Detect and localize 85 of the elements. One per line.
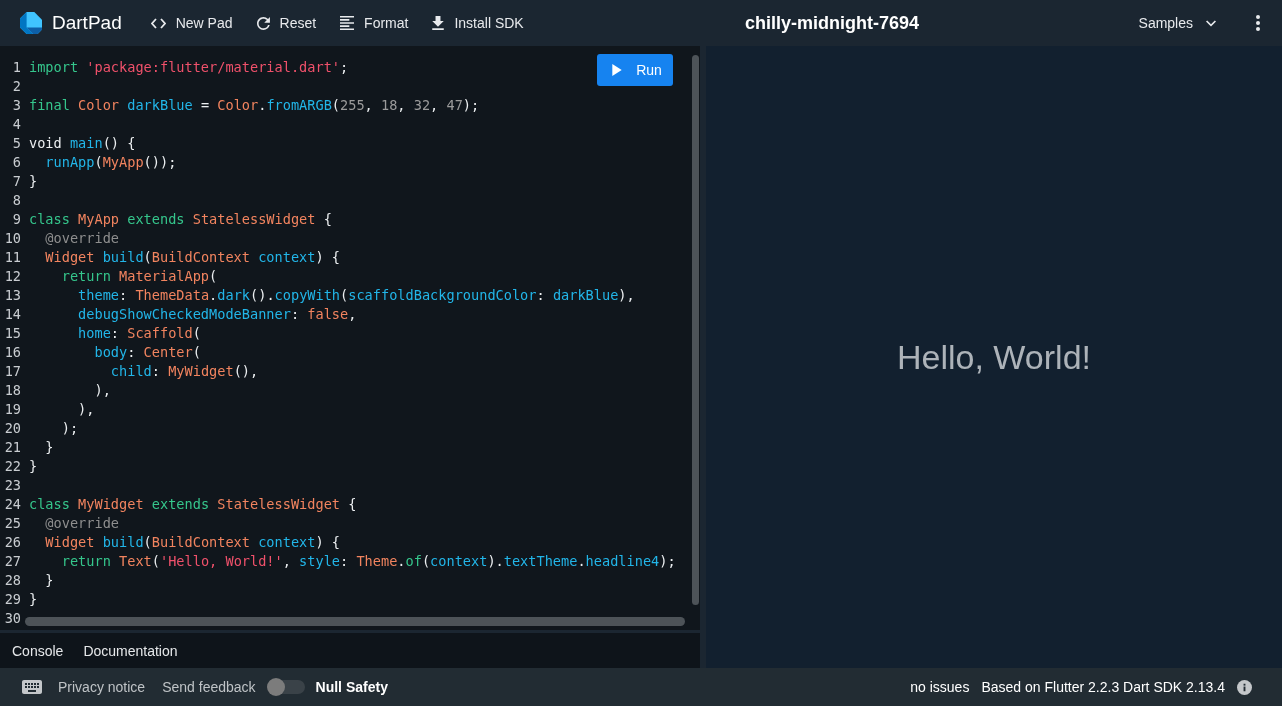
download-icon <box>432 16 445 30</box>
line-number: 29 <box>3 590 21 609</box>
format-button[interactable]: Format <box>328 5 421 41</box>
line-number: 23 <box>3 476 21 495</box>
line-number: 19 <box>3 400 21 419</box>
code-line: Widget build(BuildContext context) { <box>44 533 341 552</box>
footer-link[interactable]: Privacy notice <box>58 679 146 695</box>
issues-status: no issues <box>910 679 970 695</box>
line-number: 10 <box>3 229 21 248</box>
output-text: Hello, World! <box>897 337 1091 377</box>
code-line: debugShowCheckedModeBanner: false, <box>77 305 357 324</box>
new-pad-button[interactable]: New Pad <box>138 5 245 41</box>
chevron-down-icon <box>1206 19 1216 27</box>
code-line: return MaterialApp( <box>60 267 218 286</box>
more-vertical-icon <box>1256 15 1260 31</box>
info-icon[interactable] <box>1237 679 1252 695</box>
code-line: class MyWidget extends StatelessWidget { <box>29 495 357 514</box>
line-number: 22 <box>3 457 21 476</box>
line-number: 27 <box>3 552 21 571</box>
install-sdk-button[interactable]: Install SDK <box>420 5 536 41</box>
code-brackets-icon <box>150 17 166 29</box>
line-number: 17 <box>3 362 21 381</box>
line-number: 14 <box>3 305 21 324</box>
vertical-scrollbar[interactable] <box>692 55 699 605</box>
code-line: ), <box>93 381 111 400</box>
line-number: 9 <box>11 210 21 229</box>
refresh-icon <box>256 16 270 30</box>
line-number: 5 <box>11 134 21 153</box>
code-line: child: MyWidget(), <box>109 362 259 381</box>
code-line: class MyApp extends StatelessWidget { <box>29 210 332 229</box>
line-number: 25 <box>3 514 21 533</box>
code-line: } <box>29 457 38 476</box>
pad-name: chilly-midnight-7694 <box>745 12 920 34</box>
panel-tab[interactable]: Documentation <box>73 633 188 668</box>
footer-link[interactable]: Send feedback <box>162 679 256 695</box>
code-editor[interactable] <box>0 46 700 630</box>
code-line: } <box>44 438 54 457</box>
line-number: 6 <box>11 153 21 172</box>
code-line: } <box>29 590 38 609</box>
line-number: 13 <box>3 286 21 305</box>
code-line: final Color darkBlue = Color.fromARGB(255, 18, 32, 47); <box>29 96 480 115</box>
play-icon <box>612 64 623 76</box>
code-line: runApp(MyApp()); <box>44 153 177 172</box>
line-number: 26 <box>3 533 21 552</box>
code-line: theme: ThemeData.dark().copyWith(scaffoldBackgroundColor: darkBlue), <box>77 286 635 305</box>
line-number: 20 <box>3 419 21 438</box>
line-number: 3 <box>11 96 21 115</box>
samples-dropdown[interactable]: Samples <box>1128 5 1226 41</box>
app-title: DartPad <box>52 12 122 34</box>
code-line: return Text('Hello, World!', style: Theme.of(context).textTheme.headline4); <box>60 552 676 571</box>
line-number: 24 <box>3 495 21 514</box>
code-line: Widget build(BuildContext context) { <box>44 248 341 267</box>
code-line: @override <box>44 229 120 248</box>
code-line: } <box>44 571 54 590</box>
line-number: 15 <box>3 324 21 343</box>
line-number: 30 <box>3 609 21 628</box>
code-line: home: Scaffold( <box>77 324 201 343</box>
dart-logo-icon <box>20 12 42 34</box>
line-number: 12 <box>3 267 21 286</box>
line-number: 18 <box>3 381 21 400</box>
line-number: 4 <box>11 115 21 134</box>
line-number: 1 <box>11 58 21 77</box>
code-line: @override <box>44 514 120 533</box>
line-number: 7 <box>11 172 21 191</box>
code-line: } <box>29 172 38 191</box>
null-safety-switch[interactable] <box>266 678 305 696</box>
horizontal-scrollbar[interactable] <box>25 617 685 626</box>
text-lines-icon <box>340 16 355 30</box>
version-info: Based on Flutter 2.2.3 Dart SDK 2.13.4 <box>981 679 1225 695</box>
line-number: 2 <box>11 77 21 96</box>
code-line: body: Center( <box>93 343 201 362</box>
keyboard-icon[interactable] <box>22 680 42 694</box>
null-safety-label: Null Safety <box>315 679 388 695</box>
line-number: 8 <box>11 191 21 210</box>
code-line: ); <box>60 419 79 438</box>
line-number: 28 <box>3 571 21 590</box>
line-number: 16 <box>3 343 21 362</box>
run-button[interactable]: Run <box>597 54 673 86</box>
code-line: import 'package:flutter/material.dart'; <box>29 58 349 77</box>
panel-tab[interactable]: Console <box>2 633 74 668</box>
line-number: 21 <box>3 438 21 457</box>
code-line: ), <box>77 400 95 419</box>
code-line: void main() { <box>29 134 136 153</box>
line-number: 11 <box>3 248 21 267</box>
reset-button[interactable]: Reset <box>244 5 329 41</box>
